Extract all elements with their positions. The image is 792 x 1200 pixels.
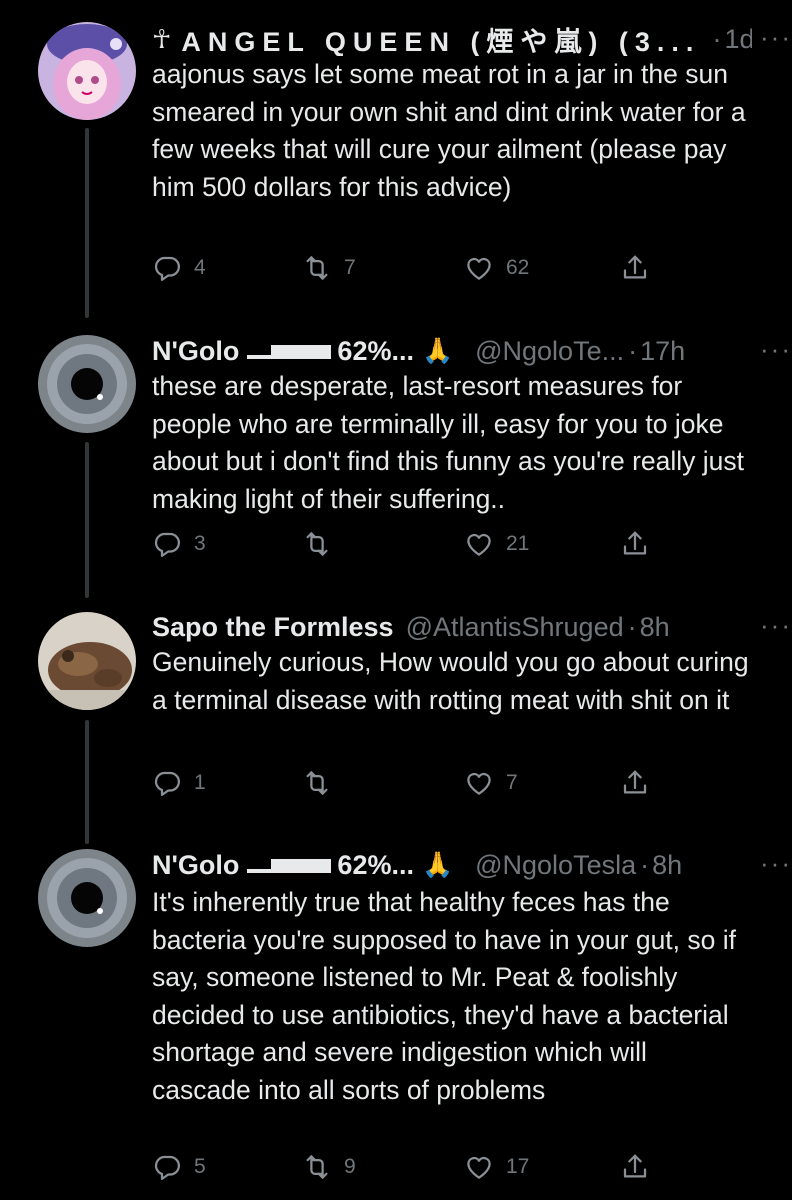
display-name-suffix: 62%...	[337, 849, 414, 880]
share-icon	[620, 1152, 650, 1182]
retweet-icon	[302, 768, 332, 798]
retweet-icon	[302, 529, 332, 559]
like-button[interactable]: 17	[464, 1152, 529, 1182]
reply-button[interactable]: 4	[152, 253, 206, 283]
eye-avatar[interactable]	[38, 849, 136, 947]
display-name[interactable]: N'Golo	[152, 336, 239, 367]
like-icon	[464, 1152, 494, 1182]
reply-count: 5	[194, 1155, 206, 1178]
reply-button[interactable]: 3	[152, 529, 206, 559]
like-count: 21	[506, 532, 530, 555]
reply-icon	[152, 1152, 182, 1182]
like-button[interactable]: 7	[464, 768, 518, 798]
like-count: 7	[506, 771, 518, 794]
retweet-count: 7	[344, 256, 356, 279]
eye-avatar[interactable]	[38, 335, 136, 433]
timestamp[interactable]: 17h	[640, 336, 685, 367]
tweet-actions: 3 21	[152, 529, 672, 565]
retweet-icon	[302, 253, 332, 283]
tweet-4[interactable]: N'Golo 62%... 🙏 @NgoloTesla · 8h ··· It'…	[0, 848, 792, 1198]
reply-count: 1	[194, 771, 206, 794]
share-icon	[620, 768, 650, 798]
anime-girl-avatar[interactable]	[38, 22, 136, 120]
more-options-button[interactable]: ···	[760, 610, 792, 640]
share-button[interactable]	[620, 768, 650, 798]
tweet-actions: 1 7	[152, 768, 672, 804]
like-icon	[464, 529, 494, 559]
toad-avatar[interactable]	[38, 612, 136, 710]
progress-bar-graphic	[247, 345, 332, 359]
thread-line	[85, 442, 89, 598]
tweet-2[interactable]: N'Golo 62%... 🙏 @NgoloTe... · 17h ··· th…	[0, 334, 792, 600]
progress-bar-graphic	[247, 859, 332, 873]
retweet-icon	[302, 1152, 332, 1182]
retweet-button[interactable]: 9	[302, 1152, 356, 1182]
like-button[interactable]: 21	[464, 529, 529, 559]
tweet-text: It's inherently true that healthy feces …	[152, 887, 736, 1105]
share-button[interactable]	[620, 1152, 650, 1182]
display-name[interactable]: ANGEL QUEEN (煙や嵐) (3...	[181, 22, 700, 57]
timestamp[interactable]: 1d	[724, 24, 752, 55]
retweet-button[interactable]: 7	[302, 253, 356, 283]
tweet-text: aajonus says let some meat rot in a jar …	[152, 59, 746, 202]
share-icon	[620, 253, 650, 283]
display-name[interactable]: N'Golo	[152, 850, 239, 881]
user-handle[interactable]: @AtlantisShruged	[406, 612, 624, 643]
more-options-button[interactable]: ···	[760, 334, 792, 364]
reply-icon	[152, 768, 182, 798]
timestamp[interactable]: 8h	[652, 850, 682, 881]
tweet-header: ☥ ANGEL QUEEN (煙や嵐) (3... · 1d	[152, 22, 752, 57]
time-separator: ·	[640, 849, 650, 880]
tweet-actions: 4 7 62	[152, 253, 672, 289]
tweet-1[interactable]: ☥ ANGEL QUEEN (煙や嵐) (3... · 1d ··· aajon…	[0, 22, 792, 322]
share-button[interactable]	[620, 529, 650, 559]
thread-line	[85, 128, 89, 318]
tweet-header: N'Golo 62%... 🙏 @NgoloTe... · 17h	[152, 334, 752, 368]
display-name[interactable]: Sapo the Formless	[152, 612, 394, 643]
reply-count: 3	[194, 532, 206, 555]
reply-count: 4	[194, 256, 206, 279]
tweet-text: Genuinely curious, How would you go abou…	[152, 647, 749, 715]
tweet-header: Sapo the Formless @AtlantisShruged · 8h	[152, 610, 752, 644]
reply-button[interactable]: 1	[152, 768, 206, 798]
like-count: 17	[506, 1155, 530, 1178]
tweet-text: these are desperate, last-resort measure…	[152, 371, 744, 514]
reply-icon	[152, 253, 182, 283]
more-options-button[interactable]: ···	[760, 22, 792, 52]
like-icon	[464, 253, 494, 283]
timestamp[interactable]: 8h	[640, 612, 670, 643]
reply-button[interactable]: 5	[152, 1152, 206, 1182]
ankh-icon: ☥	[152, 23, 172, 54]
more-options-button[interactable]: ···	[760, 848, 792, 878]
thread-line	[85, 720, 89, 844]
share-button[interactable]	[620, 253, 650, 283]
reply-icon	[152, 529, 182, 559]
retweet-count: 9	[344, 1155, 356, 1178]
tweet-header: N'Golo 62%... 🙏 @NgoloTesla · 8h	[152, 848, 752, 882]
user-handle[interactable]: @NgoloTesla	[475, 850, 636, 881]
user-handle[interactable]: @NgoloTe...	[475, 336, 624, 367]
display-name-suffix: 62%...	[337, 335, 414, 366]
praying-hands-icon: 🙏	[421, 336, 454, 365]
like-count: 62	[506, 256, 530, 279]
like-icon	[464, 768, 494, 798]
time-separator: ·	[627, 611, 637, 642]
retweet-button[interactable]	[302, 768, 344, 798]
time-separator: ·	[628, 335, 638, 366]
tweet-3[interactable]: Sapo the Formless @AtlantisShruged · 8h …	[0, 610, 792, 845]
praying-hands-icon: 🙏	[421, 850, 454, 879]
tweet-actions: 5 9 17	[152, 1152, 672, 1188]
retweet-button[interactable]	[302, 529, 344, 559]
like-button[interactable]: 62	[464, 253, 529, 283]
time-separator: ·	[712, 23, 722, 54]
share-icon	[620, 529, 650, 559]
